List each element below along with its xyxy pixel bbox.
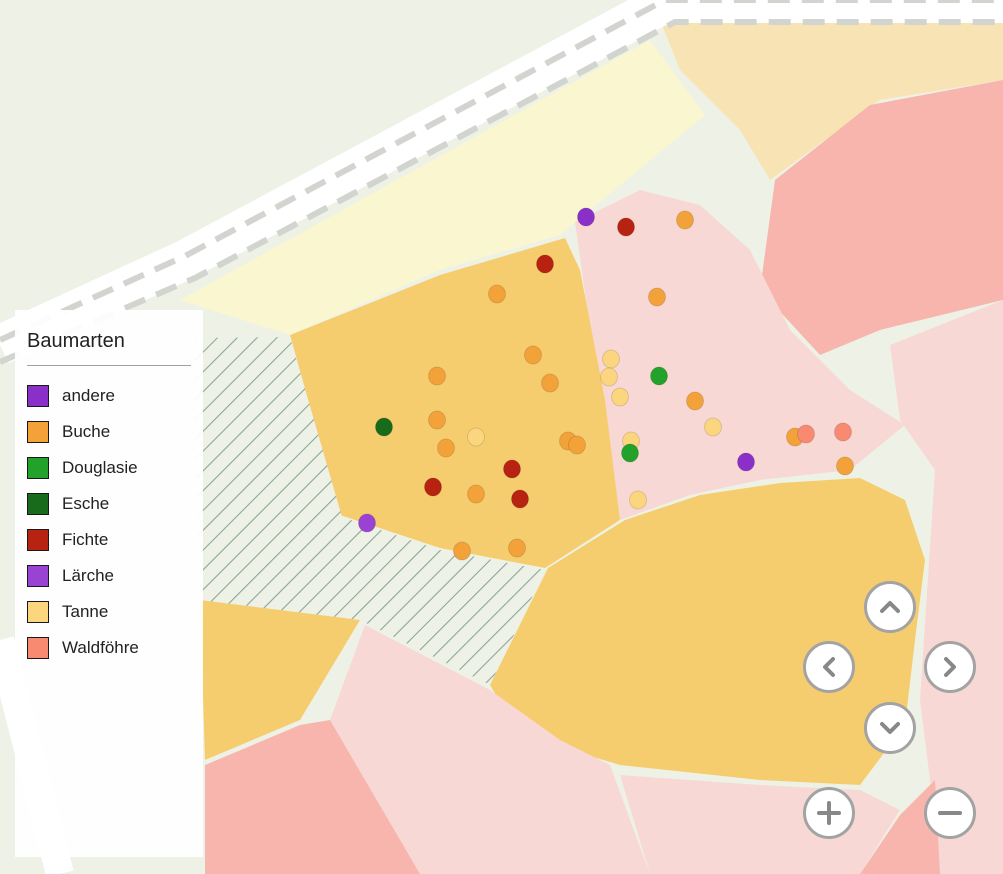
legend-item-laerche: Lärche (27, 558, 191, 594)
legend-label: Esche (62, 494, 110, 513)
chevron-left-icon (823, 657, 835, 677)
tree-point-tanne[interactable] (611, 387, 629, 407)
tree-point-buche[interactable] (453, 541, 471, 561)
tree-point-buche[interactable] (648, 287, 666, 307)
tree-point-laerche[interactable] (358, 513, 376, 533)
legend-swatch (27, 421, 49, 443)
tree-point-tanne[interactable] (467, 427, 485, 447)
tree-point-buche[interactable] (568, 435, 586, 455)
zoom-in-button[interactable] (803, 787, 855, 839)
tree-point-buche[interactable] (488, 284, 506, 304)
tree-point-buche[interactable] (428, 410, 446, 430)
legend-label: Lärche (62, 566, 114, 585)
tree-point-tanne[interactable] (629, 490, 647, 510)
tree-point-tanne[interactable] (704, 417, 722, 437)
legend-item-andere: andere (27, 378, 191, 414)
tree-point-andere[interactable] (737, 452, 755, 472)
tree-point-buche[interactable] (676, 210, 694, 230)
pan-down-button[interactable] (864, 702, 916, 754)
legend-item-tanne: Tanne (27, 594, 191, 630)
legend-item-douglasie: Douglasie (27, 450, 191, 486)
tree-point-tanne[interactable] (602, 349, 620, 369)
pan-right-button[interactable] (924, 641, 976, 693)
tree-point-fichte[interactable] (536, 254, 554, 274)
chevron-down-icon (880, 722, 900, 734)
legend-label: andere (62, 386, 115, 405)
tree-point-waldfoehre[interactable] (834, 422, 852, 442)
tree-point-buche[interactable] (686, 391, 704, 411)
legend-swatch (27, 529, 49, 551)
chevron-up-icon (880, 601, 900, 613)
pan-left-button[interactable] (803, 641, 855, 693)
legend-swatch (27, 565, 49, 587)
tree-point-buche[interactable] (428, 366, 446, 386)
tree-point-buche[interactable] (836, 456, 854, 476)
tree-point-fichte[interactable] (424, 477, 442, 497)
legend-item-fichte: Fichte (27, 522, 191, 558)
tree-point-buche[interactable] (541, 373, 559, 393)
tree-point-esche[interactable] (375, 417, 393, 437)
tree-point-fichte[interactable] (511, 489, 529, 509)
tree-point-buche[interactable] (524, 345, 542, 365)
legend-title: Baumarten (27, 330, 191, 366)
tree-point-douglasie[interactable] (650, 366, 668, 386)
tree-point-fichte[interactable] (617, 217, 635, 237)
legend-swatch (27, 493, 49, 515)
tree-point-buche[interactable] (467, 484, 485, 504)
pan-up-button[interactable] (864, 581, 916, 633)
legend-swatch (27, 637, 49, 659)
plus-icon (817, 801, 841, 825)
legend-label: Buche (62, 422, 111, 441)
tree-point-andere[interactable] (577, 207, 595, 227)
legend-label: Fichte (62, 530, 109, 549)
legend-item-waldfoehre: Waldföhre (27, 630, 191, 666)
tree-point-fichte[interactable] (503, 459, 521, 479)
legend-panel: Baumarten andere Buche Douglasie Esche F… (15, 310, 203, 857)
legend-item-buche: Buche (27, 414, 191, 450)
tree-point-tanne[interactable] (600, 367, 618, 387)
tree-point-douglasie[interactable] (621, 443, 639, 463)
legend-label: Waldföhre (62, 638, 139, 657)
legend-label: Douglasie (62, 458, 138, 477)
legend-label: Tanne (62, 602, 109, 621)
legend-item-esche: Esche (27, 486, 191, 522)
legend-swatch (27, 601, 49, 623)
legend-swatch (27, 385, 49, 407)
tree-point-waldfoehre[interactable] (797, 424, 815, 444)
zoom-out-button[interactable] (924, 787, 976, 839)
minus-icon (938, 811, 962, 815)
legend-swatch (27, 457, 49, 479)
chevron-right-icon (944, 657, 956, 677)
tree-point-buche[interactable] (508, 538, 526, 558)
tree-point-buche[interactable] (437, 438, 455, 458)
